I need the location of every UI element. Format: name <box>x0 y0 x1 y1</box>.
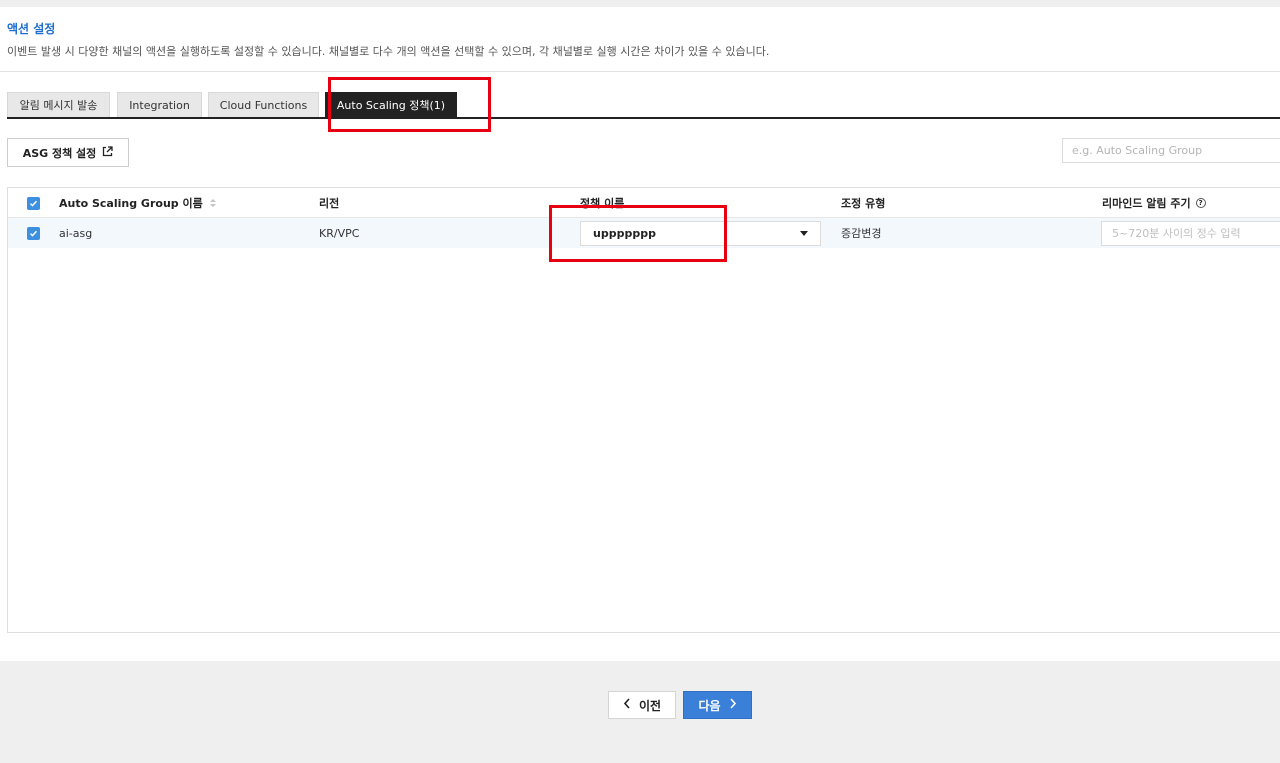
header-policy-name: 정책 이름 <box>580 197 625 210</box>
chevron-left-icon <box>623 698 631 712</box>
cell-asg-name: ai-asg <box>59 226 93 240</box>
tab-alert-message[interactable]: 알림 메시지 발송 <box>7 92 110 117</box>
header-reminder-label: 리마인드 알림 주기 <box>1102 197 1191 210</box>
prev-button-label: 이전 <box>638 698 662 713</box>
checkbox-checked-icon <box>27 196 40 210</box>
chevron-down-icon <box>800 231 808 236</box>
tab-auto-scaling-policy[interactable]: Auto Scaling 정책(1) <box>325 92 457 117</box>
header-adjust-type: 조정 유형 <box>841 197 886 210</box>
help-icon[interactable]: ? <box>1195 198 1206 208</box>
header-reminder-cycle: 리마인드 알림 주기 ? <box>1102 188 1206 218</box>
tab-underline <box>7 117 1280 119</box>
header-region: 리전 <box>319 197 340 210</box>
asg-policy-settings-button[interactable]: ASG 정책 설정 <box>7 138 129 167</box>
header-asg-name-label: Auto Scaling Group 이름 <box>59 197 203 210</box>
external-link-icon <box>102 145 113 160</box>
header-checkbox[interactable] <box>27 188 40 218</box>
row-checkbox[interactable] <box>27 218 40 248</box>
prev-button[interactable]: 이전 <box>608 691 676 719</box>
next-button[interactable]: 다음 <box>683 691 752 719</box>
top-strip <box>0 0 1280 7</box>
next-button-label: 다음 <box>698 698 721 713</box>
section-description: 이벤트 발생 시 다양한 채널의 액션을 실행하도록 설정할 수 있습니다. 채… <box>7 45 770 58</box>
policy-select-value: uppppppp <box>593 227 656 240</box>
reminder-cycle-input[interactable] <box>1101 221 1280 246</box>
table-header: Auto Scaling Group 이름 리전 정책 이름 조정 유형 리마인… <box>8 188 1280 218</box>
header-asg-name[interactable]: Auto Scaling Group 이름 <box>59 188 216 218</box>
divider <box>0 71 1280 72</box>
tab-integration[interactable]: Integration <box>117 92 202 117</box>
asg-policy-settings-label: ASG 정책 설정 <box>22 146 97 160</box>
checkbox-checked-icon <box>27 226 40 240</box>
tab-cloud-functions[interactable]: Cloud Functions <box>208 92 319 117</box>
table-row: ai-asg KR/VPC uppppppp 증감변경 <box>8 218 1280 248</box>
chevron-right-icon <box>729 698 737 712</box>
policy-select[interactable]: uppppppp <box>580 221 821 246</box>
cell-adjust-type: 증감변경 <box>841 227 882 240</box>
section-title: 액션 설정 <box>7 22 56 36</box>
sort-icon[interactable] <box>209 199 216 207</box>
footer-bar: 이전 다음 <box>0 661 1280 763</box>
cell-region: KR/VPC <box>319 226 360 240</box>
asg-table: Auto Scaling Group 이름 리전 정책 이름 조정 유형 리마인… <box>7 187 1280 633</box>
search-input[interactable] <box>1062 138 1280 163</box>
